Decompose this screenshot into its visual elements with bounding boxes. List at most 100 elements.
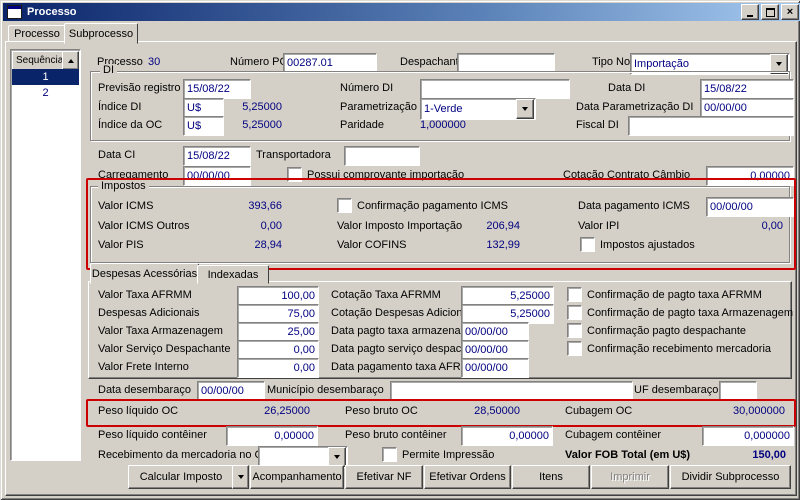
chevron-down-icon bbox=[776, 62, 782, 66]
data-pagamento-icms-input[interactable]: 00/00/00 bbox=[706, 197, 794, 217]
data-pagto-taxa-armazenagem-input[interactable]: 00/00/00 bbox=[461, 322, 529, 342]
permite-impressao-checkbox[interactable]: Permite Impressão bbox=[382, 447, 494, 462]
valor-ipi-label: Valor IPI bbox=[578, 220, 619, 232]
uf-desembaraco-input[interactable] bbox=[719, 381, 757, 401]
parametrizacao-di-label: Parametrização DI bbox=[340, 101, 431, 113]
recebimento-cd-dropdown-button[interactable] bbox=[328, 447, 346, 467]
data-di-input[interactable]: 15/08/22 bbox=[700, 79, 794, 99]
despesas-adicionais-label: Despesas Adicionais bbox=[98, 307, 200, 319]
confirmacao-pagamento-icms-label: Confirmação pagamento ICMS bbox=[357, 200, 508, 212]
transportadora-input[interactable] bbox=[344, 146, 420, 166]
tab-indexadas[interactable]: Indexadas bbox=[197, 265, 269, 284]
checkbox-box[interactable] bbox=[567, 323, 582, 338]
valor-servico-despachante-input[interactable]: 0,00 bbox=[237, 340, 319, 360]
data-ci-input[interactable]: 15/08/22 bbox=[183, 146, 251, 166]
despachante-input[interactable] bbox=[457, 53, 555, 73]
confirmacao-recebimento-mercadoria-label: Confirmação recebimento mercadoria bbox=[587, 343, 771, 355]
valor-icms-outros-label: Valor ICMS Outros bbox=[98, 220, 190, 232]
peso-bruto-conteiner-label: Peso bruto contêiner bbox=[345, 429, 447, 441]
peso-liquido-conteiner-input[interactable]: 0,00000 bbox=[226, 426, 318, 446]
confirmacao-pagto-despachante-checkbox[interactable]: Confirmação pagto despachante bbox=[567, 323, 746, 338]
efetivar-nf-button[interactable]: Efetivar NF bbox=[345, 465, 423, 489]
valor-servico-despachante-label: Valor Serviço Despachante bbox=[98, 343, 230, 355]
numero-di-input[interactable] bbox=[420, 79, 570, 99]
recebimento-cd-value bbox=[260, 448, 328, 466]
impostos-ajustados-label: Impostos ajustados bbox=[600, 239, 695, 251]
municipio-desembaraco-label: Município desembaraço bbox=[267, 384, 384, 396]
indice-di-unit-input[interactable]: U$ bbox=[183, 98, 224, 118]
sequence-scroll-up-button[interactable] bbox=[62, 51, 79, 70]
data-pagamento-taxa-afrmm-input[interactable]: 00/00/00 bbox=[461, 358, 529, 378]
subprocesso-form: Sequência 1 2 Processo 30 Número PO 0028… bbox=[0, 0, 800, 500]
parametrizacao-di-dropdown-button[interactable] bbox=[516, 99, 534, 119]
confirmacao-pagamento-icms-checkbox[interactable]: Confirmação pagamento ICMS bbox=[337, 198, 508, 213]
numero-po-input[interactable]: 00287.01 bbox=[283, 53, 377, 73]
calcular-imposto-dropdown-button[interactable] bbox=[232, 465, 249, 489]
dividir-subprocesso-button[interactable]: Dividir Subprocesso bbox=[670, 465, 791, 489]
itens-button[interactable]: Itens bbox=[512, 465, 590, 489]
confirmacao-pagto-taxa-armazenagem-checkbox[interactable]: Confirmação de pagto taxa Armazenagem bbox=[567, 305, 793, 320]
peso-liquido-conteiner-label: Peso líquido contêiner bbox=[98, 429, 207, 441]
confirmacao-pagto-taxa-armazenagem-label: Confirmação de pagto taxa Armazenagem bbox=[587, 307, 793, 319]
valor-imposto-importacao-value: 206,94 bbox=[460, 220, 520, 232]
valor-imposto-importacao-label: Valor Imposto Importação bbox=[337, 220, 462, 232]
valor-pis-value: 28,94 bbox=[210, 239, 282, 251]
sequence-item-1[interactable]: 1 bbox=[12, 69, 79, 85]
sequence-item-2[interactable]: 2 bbox=[12, 85, 79, 101]
despesas-adicionais-input[interactable]: 75,00 bbox=[237, 304, 319, 324]
parametrizacao-di-select[interactable]: 1-Verde bbox=[420, 98, 536, 120]
numero-di-label: Número DI bbox=[340, 82, 393, 94]
sequence-list[interactable]: Sequência 1 2 bbox=[10, 49, 81, 461]
indice-di-value: 5,25000 bbox=[232, 101, 282, 113]
indice-oc-label: Índice da OC bbox=[98, 119, 162, 131]
data-desembaraco-input[interactable]: 00/00/00 bbox=[197, 381, 265, 401]
data-ci-label: Data CI bbox=[98, 149, 135, 161]
indice-oc-value: 5,25000 bbox=[232, 119, 282, 131]
valor-taxa-afrmm-input[interactable]: 100,00 bbox=[237, 286, 319, 306]
valor-taxa-armazenagem-input[interactable]: 25,00 bbox=[237, 322, 319, 342]
confirmacao-pagto-taxa-afrmm-checkbox[interactable]: Confirmação de pagto taxa AFRMM bbox=[567, 287, 762, 302]
checkbox-box[interactable] bbox=[567, 287, 582, 302]
previsao-registro-input[interactable]: 15/08/22 bbox=[183, 79, 251, 99]
checkbox-box[interactable] bbox=[580, 237, 595, 252]
cubagem-conteiner-input[interactable]: 0,000000 bbox=[702, 426, 794, 446]
paridade-label: Paridade bbox=[340, 119, 384, 131]
municipio-desembaraco-input[interactable] bbox=[390, 381, 633, 401]
data-pagamento-icms-label: Data pagamento ICMS bbox=[578, 200, 690, 212]
tab-despesas-acessorias[interactable]: Despesas Acessórias bbox=[90, 263, 199, 284]
cotacao-despesas-adicionais-input[interactable]: 5,25000 bbox=[461, 304, 554, 324]
peso-bruto-conteiner-input[interactable]: 0,00000 bbox=[461, 426, 553, 446]
checkbox-box[interactable] bbox=[337, 198, 352, 213]
cotacao-taxa-afrmm-label: Cotação Taxa AFRMM bbox=[331, 289, 441, 301]
data-di-label: Data DI bbox=[608, 82, 645, 94]
cubagem-oc-label: Cubagem OC bbox=[565, 405, 632, 417]
chevron-down-icon bbox=[522, 107, 528, 111]
data-desembaraco-label: Data desembaraço bbox=[98, 384, 191, 396]
valor-fob-label: Valor FOB Total (em U$) bbox=[565, 449, 690, 461]
peso-bruto-oc-label: Peso bruto OC bbox=[345, 405, 418, 417]
impostos-ajustados-checkbox[interactable]: Impostos ajustados bbox=[580, 237, 695, 252]
numero-po-label: Número PO bbox=[230, 56, 288, 68]
valor-pis-label: Valor PIS bbox=[98, 239, 144, 251]
chevron-down-icon bbox=[334, 455, 340, 459]
cotacao-taxa-afrmm-input[interactable]: 5,25000 bbox=[461, 286, 554, 306]
checkbox-box[interactable] bbox=[567, 305, 582, 320]
confirmacao-recebimento-mercadoria-checkbox[interactable]: Confirmação recebimento mercadoria bbox=[567, 341, 771, 356]
impostos-group-title: Impostos bbox=[98, 180, 149, 192]
efetivar-ordens-button[interactable]: Efetivar Ordens bbox=[424, 465, 511, 489]
fiscal-di-input[interactable] bbox=[628, 116, 794, 136]
calcular-imposto-button[interactable]: Calcular Imposto bbox=[128, 465, 234, 489]
indice-oc-unit-input[interactable]: U$ bbox=[183, 116, 224, 136]
pesos-oc-highlight-box bbox=[86, 399, 796, 427]
recebimento-cd-label: Recebimento da mercadoria no CD bbox=[98, 449, 270, 461]
valor-ipi-value: 0,00 bbox=[723, 220, 783, 232]
acompanhamento-button[interactable]: Acompanhamento bbox=[250, 465, 344, 489]
checkbox-box[interactable] bbox=[567, 341, 582, 356]
valor-icms-value: 393,66 bbox=[210, 200, 282, 212]
data-pagto-servico-despachante-input[interactable]: 00/00/00 bbox=[461, 340, 529, 360]
valor-frete-interno-input[interactable]: 0,00 bbox=[237, 358, 319, 378]
valor-icms-outros-value: 0,00 bbox=[210, 220, 282, 232]
indice-di-label: Índice DI bbox=[98, 101, 141, 113]
data-parametrizacao-di-input[interactable]: 00/00/00 bbox=[700, 98, 794, 118]
checkbox-box[interactable] bbox=[382, 447, 397, 462]
